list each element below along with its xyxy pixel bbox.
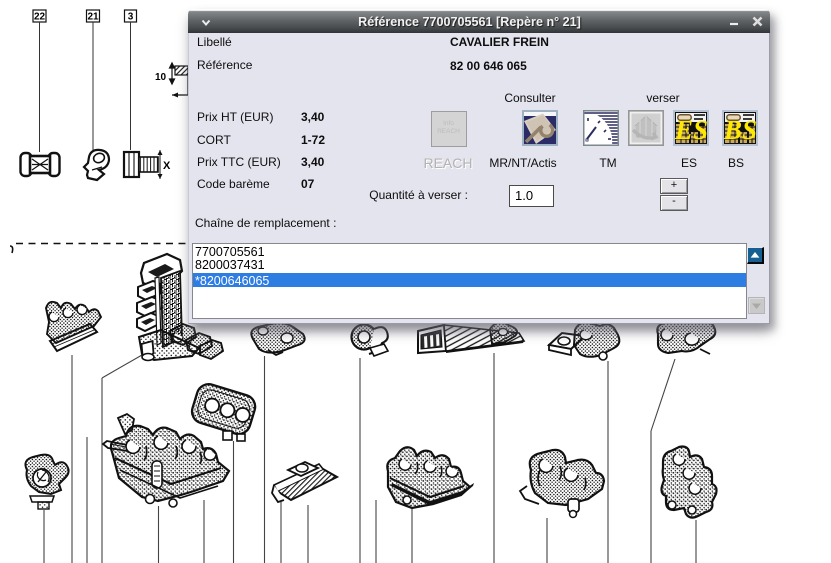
svg-text:X: X — [163, 160, 171, 172]
svg-text:10: 10 — [155, 72, 167, 83]
svg-text:BS: BS — [722, 115, 756, 145]
svg-text:3: 3 — [128, 12, 134, 23]
svg-text:21: 21 — [87, 12, 99, 23]
svg-text:22: 22 — [34, 12, 46, 23]
svg-text:ES: ES — [674, 115, 708, 145]
